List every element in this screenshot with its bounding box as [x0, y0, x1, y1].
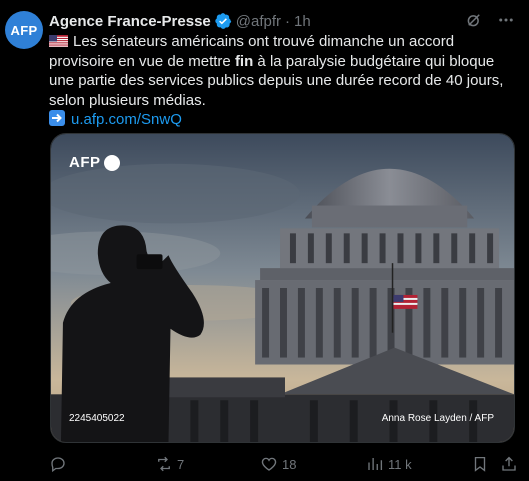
views-chart-icon	[368, 458, 383, 470]
tweet-link[interactable]: u.afp.com/SnwQ	[71, 111, 182, 128]
retweet-icon	[158, 456, 170, 472]
like-button[interactable]: 18	[260, 455, 296, 473]
tweet-header: Agence France-Presse @afpfr · 1h	[49, 10, 311, 32]
tweet-text: Les sénateurs américains ont trouvé dima…	[49, 32, 517, 130]
afp-watermark-text: AFP	[69, 154, 101, 171]
photo-id: 2245405022	[69, 413, 125, 424]
tweet-text-bold: fin	[234, 52, 254, 70]
share-icon	[502, 456, 516, 471]
like-count: 18	[282, 456, 297, 472]
header-separator: ·	[285, 12, 290, 30]
heart-icon	[261, 457, 277, 471]
afp-watermark-logo: AFP	[69, 154, 120, 171]
us-flag-icon	[49, 35, 68, 47]
views-button[interactable]: 11 k	[366, 455, 412, 473]
right-arrow-icon	[49, 110, 65, 126]
top-actions	[465, 11, 515, 29]
photo-credit: Anna Rose Layden / AFP	[381, 413, 494, 424]
reply-icon	[51, 457, 65, 473]
avatar[interactable]: AFP	[5, 11, 43, 49]
verified-badge-icon	[215, 13, 231, 29]
timestamp[interactable]: 1h	[294, 13, 311, 30]
tweet-actions: 7 18 11 k	[49, 455, 517, 475]
tweet[interactable]: AFP Agence France-Presse @afpfr · 1h Les…	[0, 0, 529, 481]
author-handle[interactable]: @afpfr	[236, 13, 281, 30]
share-button[interactable]	[500, 455, 518, 473]
bookmark-icon	[474, 456, 486, 472]
grok-icon[interactable]	[465, 11, 483, 29]
more-options-icon[interactable]	[497, 11, 515, 29]
author-name[interactable]: Agence France-Presse	[49, 13, 211, 30]
views-count: 11 k	[388, 456, 412, 472]
capitol-photo	[51, 134, 514, 442]
reply-button[interactable]	[49, 455, 71, 473]
retweet-count: 7	[177, 456, 185, 472]
retweet-button[interactable]: 7	[155, 455, 184, 473]
bookmark-button[interactable]	[471, 455, 489, 473]
afp-logo-dot	[103, 154, 120, 171]
tweet-photo[interactable]: AFP 2245405022 Anna Rose Layden / AFP	[50, 133, 515, 443]
